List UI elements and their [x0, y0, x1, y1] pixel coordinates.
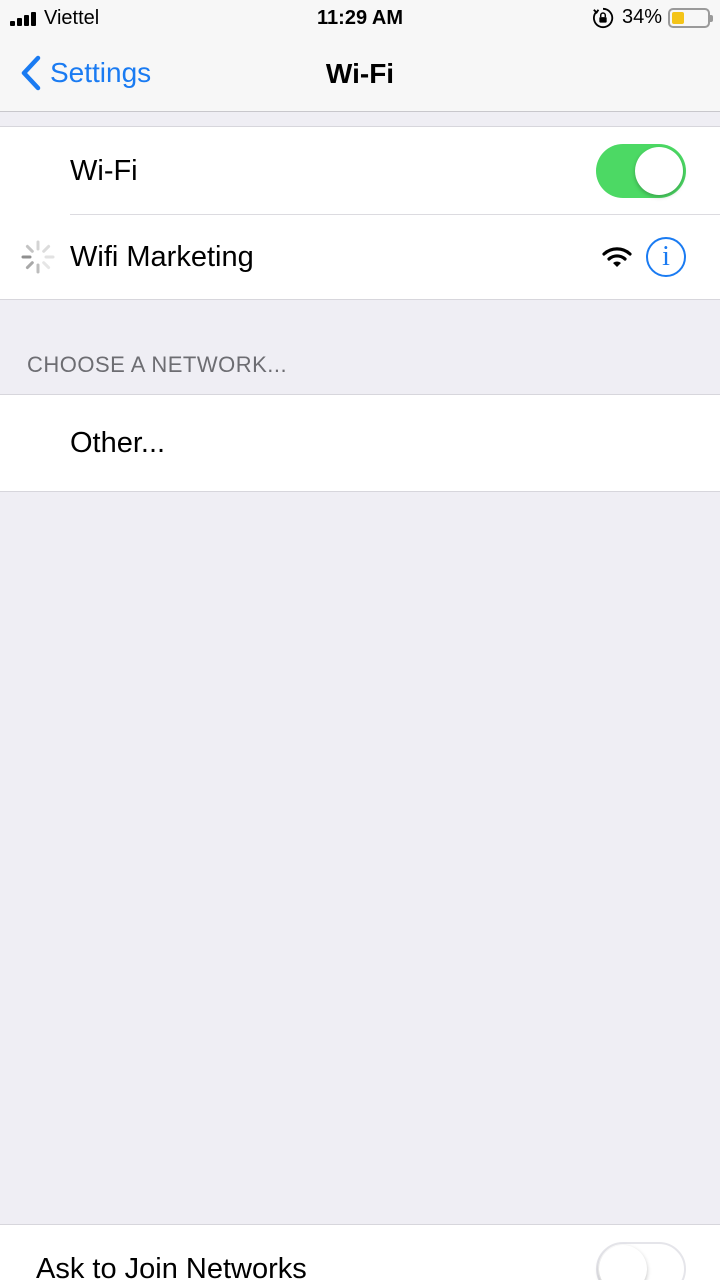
status-bar: Viettel 11:29 AM 34%: [0, 0, 720, 38]
toggle-knob: [635, 147, 683, 195]
page-title: Wi-Fi: [325, 58, 395, 89]
wifi-group: Wi-Fi Wifi Marketing i: [0, 126, 720, 300]
current-network-row[interactable]: Wifi Marketing i: [0, 215, 720, 299]
current-network-name: Wifi Marketing: [70, 240, 254, 273]
ask-to-join-row: Ask to Join Networks: [0, 1225, 720, 1280]
battery-percent: 34%: [621, 6, 662, 28]
networks-group: Other...: [0, 394, 720, 492]
wifi-toggle-label: Wi-Fi: [70, 154, 138, 187]
loading-spinner-icon: [21, 240, 55, 274]
navigation-bar: Settings Wi-Fi: [0, 38, 720, 112]
ask-to-join-group: Ask to Join Networks: [0, 1224, 720, 1280]
battery-group: 34%: [592, 6, 713, 29]
orientation-lock-icon: [593, 7, 614, 28]
section-header: CHOOSE A NETWORK...: [27, 352, 288, 377]
wifi-toggle-row: Wi-Fi: [0, 127, 720, 215]
info-icon[interactable]: i: [646, 237, 686, 277]
other-network-label: Other...: [70, 426, 166, 459]
battery-level-fill: [672, 11, 684, 24]
battery-icon: [668, 7, 713, 28]
wifi-signal-icon: [602, 247, 632, 267]
ask-to-join-switch[interactable]: [596, 1242, 686, 1280]
toggle-knob: [599, 1245, 647, 1280]
ask-to-join-label: Ask to Join Networks: [36, 1253, 307, 1280]
wifi-toggle-switch[interactable]: [596, 144, 686, 198]
other-network-row[interactable]: Other...: [0, 395, 720, 491]
